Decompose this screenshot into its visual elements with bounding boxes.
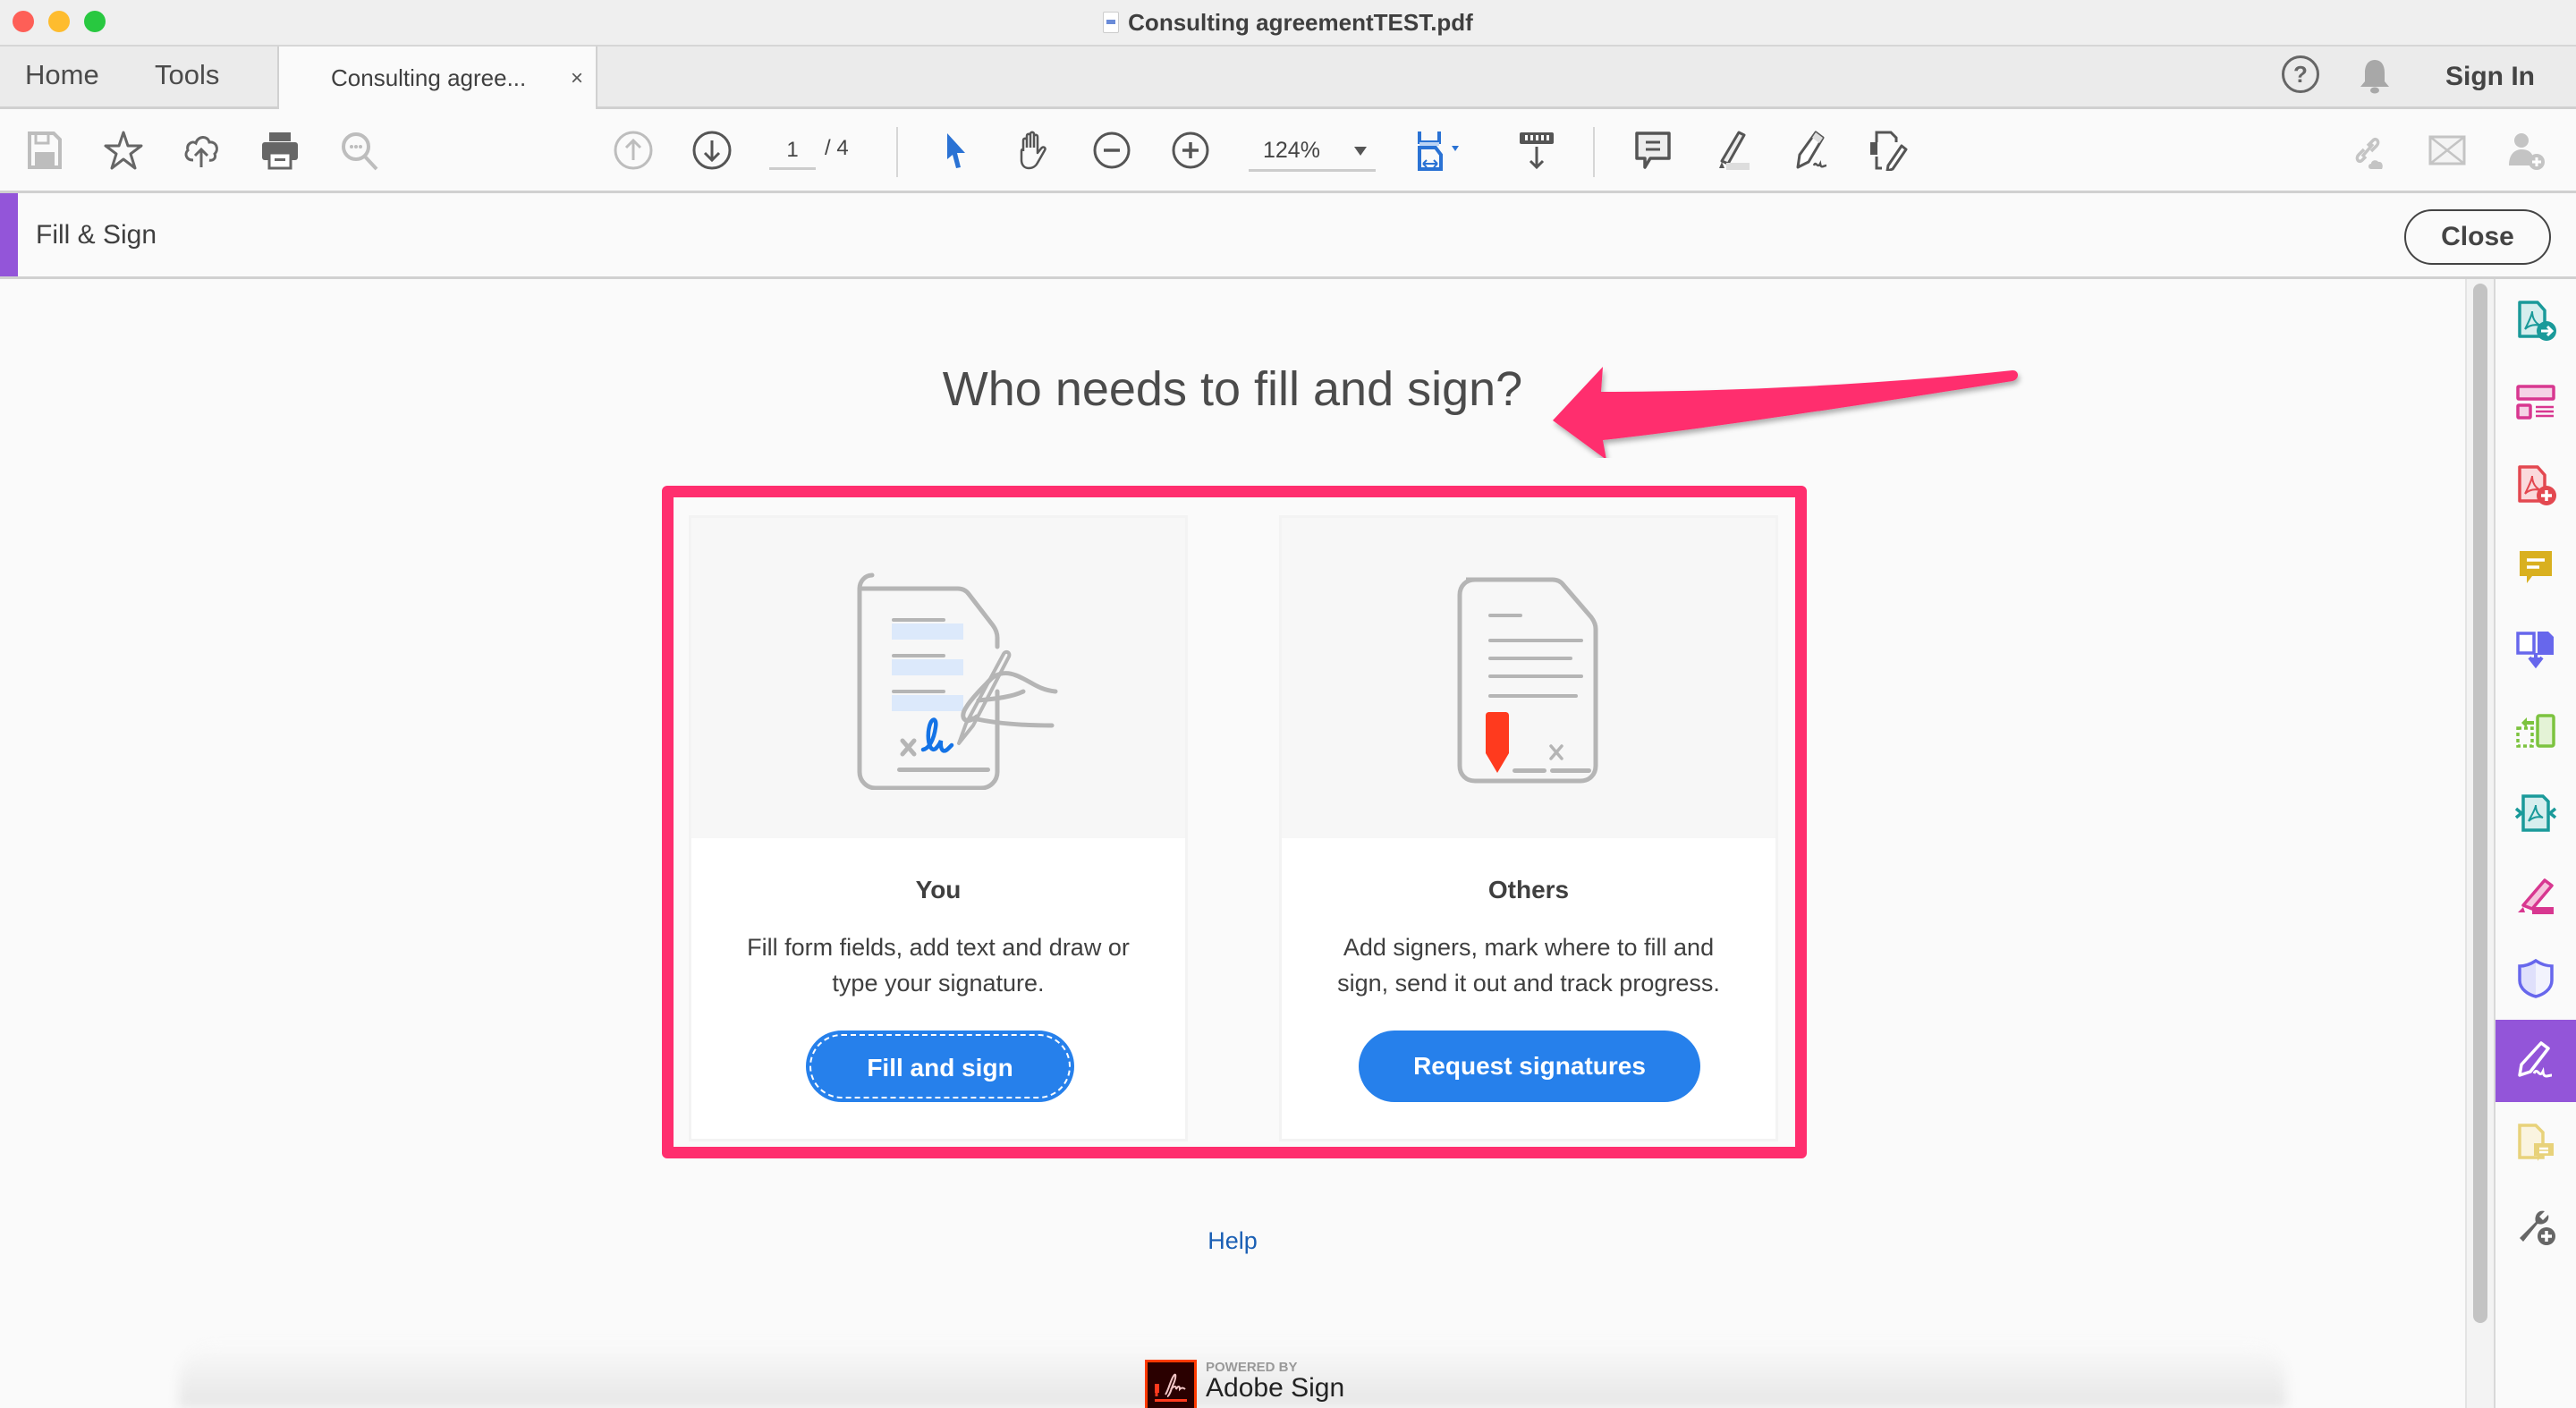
tab-home[interactable]: Home — [25, 59, 99, 91]
sign-in-button[interactable]: Sign In — [2445, 62, 2535, 92]
tools-right-rail — [2496, 279, 2576, 1408]
share-link-icon[interactable] — [2347, 129, 2390, 172]
document-tab-label: Consulting agree... — [331, 64, 527, 91]
previous-page-icon[interactable] — [612, 129, 655, 172]
request-signatures-button[interactable]: Request signatures — [1359, 1031, 1700, 1102]
rail-organize-pages[interactable] — [2496, 691, 2576, 773]
self-sign-illustration — [691, 518, 1185, 838]
select-cursor-icon[interactable] — [934, 129, 977, 172]
compress-pdf-icon — [2514, 794, 2557, 832]
next-page-icon[interactable] — [691, 129, 733, 172]
more-tools-icon — [2520, 1210, 2555, 1245]
tool-accent-bar — [0, 193, 18, 276]
rail-prepare-form[interactable] — [2496, 361, 2576, 444]
help-link[interactable]: Help — [0, 1227, 2465, 1255]
tab-document[interactable]: Consulting agree... × — [277, 47, 597, 109]
rail-redact[interactable] — [2496, 855, 2576, 937]
zoom-level-dropdown[interactable]: 124% — [1249, 132, 1376, 172]
adobe-sign-badge-icon — [1145, 1360, 1197, 1408]
add-user-icon[interactable] — [2504, 129, 2547, 172]
highlight-icon[interactable] — [1709, 129, 1752, 172]
notification-bell-icon[interactable] — [2358, 57, 2392, 95]
comment-icon — [2520, 551, 2552, 583]
rail-export-pdf[interactable] — [2496, 279, 2576, 361]
card-description: Fill form fields, add text and draw or t… — [747, 934, 1130, 997]
fill-sign-main-panel: Who needs to fill and sign? You Fill for… — [0, 279, 2465, 1408]
tool-title: Fill & Sign — [36, 220, 157, 250]
redact-icon — [2518, 878, 2554, 914]
cloud-upload-icon[interactable] — [180, 129, 223, 172]
vertical-scrollbar[interactable] — [2465, 279, 2496, 1408]
fit-page-icon[interactable] — [1413, 129, 1478, 172]
search-zoom-icon[interactable] — [338, 129, 381, 172]
organize-pages-icon — [2516, 714, 2555, 748]
document-with-hand-signing-icon — [857, 573, 1058, 790]
rail-create-pdf[interactable] — [2496, 444, 2576, 526]
create-pdf-icon — [2518, 465, 2556, 505]
card-title: You — [915, 876, 962, 903]
brand-name: Adobe Sign — [1206, 1373, 1345, 1403]
email-icon[interactable] — [2426, 129, 2469, 172]
protect-icon — [2518, 958, 2554, 998]
annotation-arrow-icon — [1553, 367, 2018, 458]
request-signatures-illustration — [1282, 518, 1775, 838]
rail-more-tools[interactable] — [2496, 1184, 2576, 1267]
pdf-document-icon — [1103, 12, 1120, 33]
edit-pdf-icon[interactable] — [1867, 129, 1910, 172]
signer-option-card-others: Others Add signers, mark where to fill a… — [1279, 515, 1778, 1141]
rail-send-for-comments[interactable] — [2496, 1102, 2576, 1184]
sign-pen-icon[interactable] — [1788, 129, 1831, 172]
print-icon[interactable] — [258, 129, 301, 172]
page-title: Who needs to fill and sign? — [942, 362, 1523, 416]
zoom-in-icon[interactable] — [1169, 129, 1212, 172]
export-pdf-icon — [2518, 301, 2556, 341]
rail-protect[interactable] — [2496, 937, 2576, 1020]
window-title: Consulting agreementTEST.pdf — [1128, 8, 1473, 36]
close-tab-icon[interactable]: × — [571, 66, 583, 91]
comment-icon[interactable] — [1631, 129, 1674, 172]
page-number-input[interactable]: 1 — [769, 132, 816, 170]
rail-combine-files[interactable] — [2496, 608, 2576, 691]
card-description: Add signers, mark where to fill and sign… — [1337, 934, 1720, 997]
help-icon[interactable]: ? — [2282, 55, 2319, 93]
rail-compress-pdf[interactable] — [2496, 773, 2576, 855]
rail-fill-sign[interactable] — [2496, 1020, 2576, 1102]
save-icon[interactable] — [23, 129, 66, 172]
chevron-down-icon — [1354, 147, 1367, 156]
document-with-signature-marker-icon — [1457, 577, 1598, 784]
main-toolbar: 1 / 4 124% — [0, 109, 2576, 193]
toolbar-divider — [1593, 127, 1595, 177]
send-for-comments-icon — [2518, 1124, 2554, 1161]
bookmark-star-icon[interactable] — [102, 129, 145, 172]
tab-tools[interactable]: Tools — [155, 59, 219, 91]
card-title: Others — [1487, 876, 1570, 903]
hand-icon[interactable] — [1012, 129, 1055, 172]
prepare-form-icon — [2516, 385, 2555, 420]
adobe-sign-logo: POWERED BY Adobe Sign — [1145, 1360, 1344, 1408]
scroll-mode-icon[interactable] — [1515, 129, 1558, 172]
page-total: / 4 — [825, 136, 849, 160]
rail-comment[interactable] — [2496, 526, 2576, 608]
close-tool-button[interactable]: Close — [2404, 209, 2551, 265]
fill-sign-icon — [2518, 1041, 2553, 1078]
fill-and-sign-button[interactable]: Fill and sign — [806, 1031, 1074, 1102]
zoom-level-value: 124% — [1263, 138, 1320, 163]
fill-sign-panel-header: Fill & Sign Close — [0, 193, 2576, 279]
scrollbar-thumb[interactable] — [2473, 284, 2487, 1323]
zoom-out-icon[interactable] — [1090, 129, 1133, 172]
tab-bar: Home Tools Consulting agree... × ? Sign … — [0, 47, 2576, 109]
combine-files-icon — [2516, 632, 2554, 669]
annotation-highlight-box: You Fill form fields, add text and draw … — [662, 486, 1807, 1158]
toolbar-divider — [896, 127, 898, 177]
window-title-bar: Consulting agreementTEST.pdf — [0, 0, 2576, 47]
signer-option-card-you: You Fill form fields, add text and draw … — [689, 515, 1188, 1141]
